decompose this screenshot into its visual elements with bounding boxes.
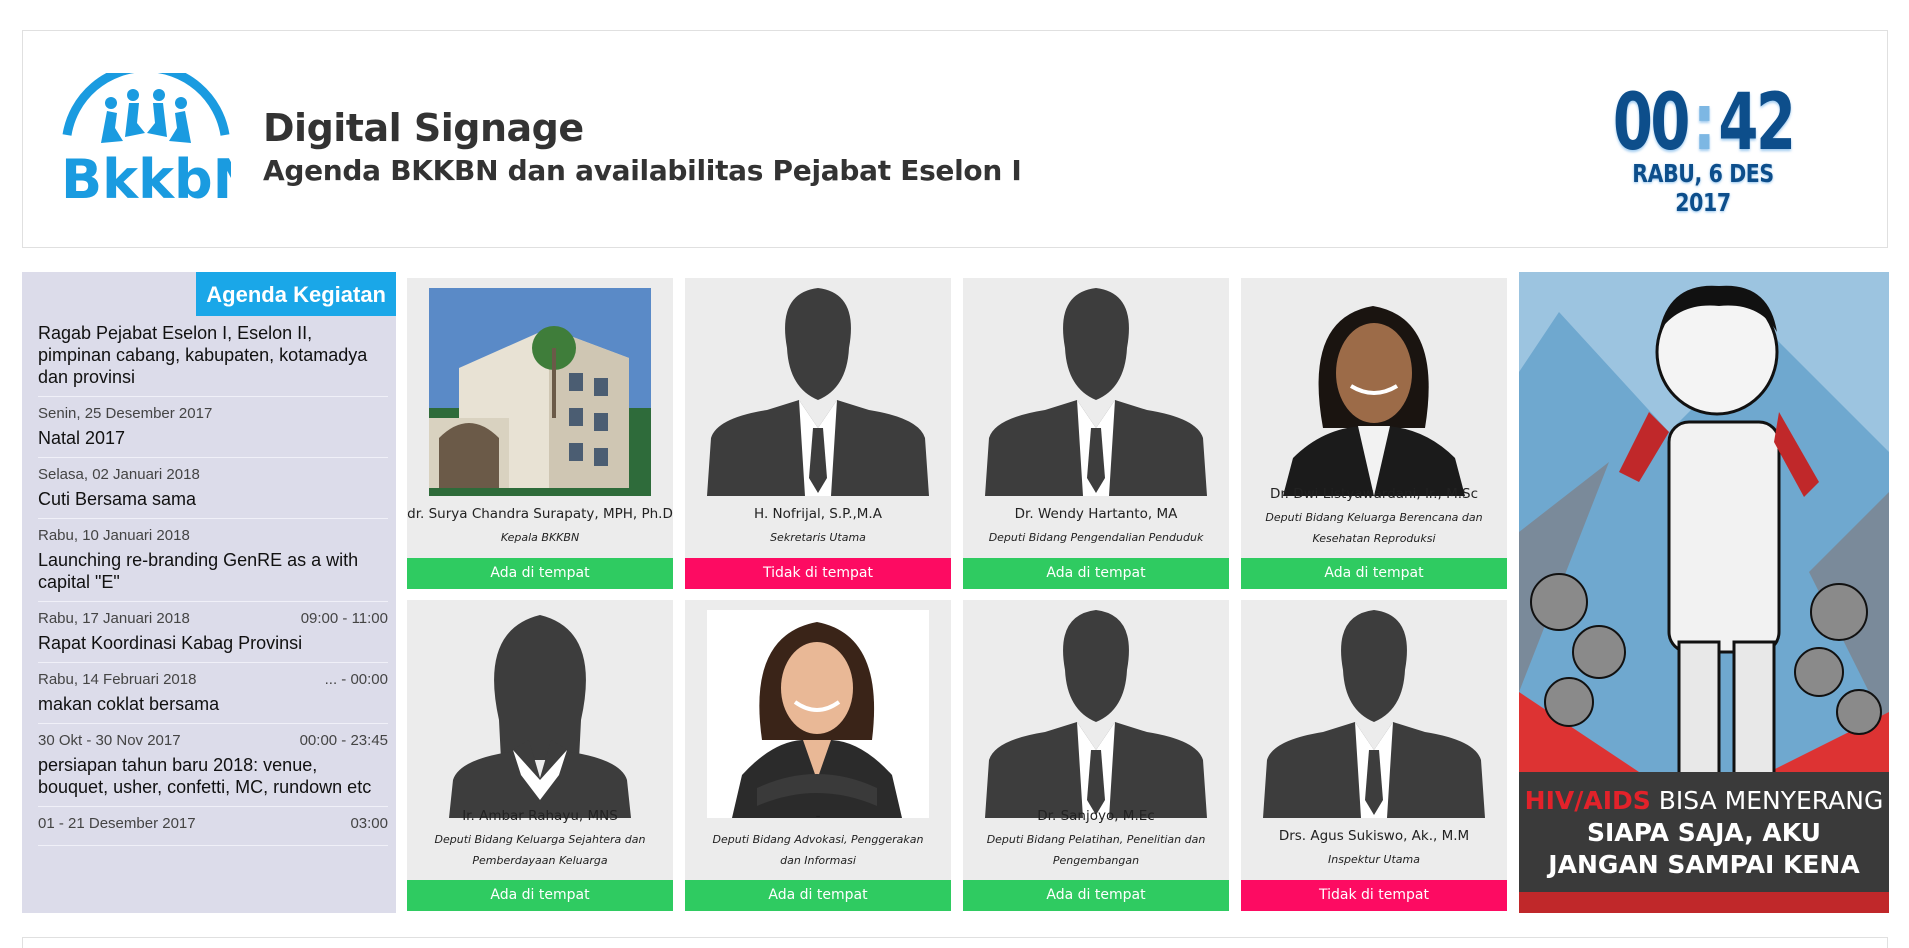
official-name: dr. Surya Chandra Surapaty, MPH, Ph.D [407,506,673,522]
official-photo [707,610,929,818]
poster-line3: JANGAN SAMPAI KENA [1548,850,1860,879]
official-card: Dr. Dwi Listyawardani, Ir., M.Sc Deputi B… [1241,278,1507,589]
agenda-item-title: Rapat Koordinasi Kabag Provinsi [38,633,303,653]
agenda-item-time: 00:00 - 23:45 [299,732,388,749]
official-role: Deputi Bidang Keluarga Berencana dan Kes… [1265,511,1483,545]
agenda-panel[interactable]: Ragab Pejabat Eselon I, Eselon II, pimpi… [22,272,396,913]
official-role: Deputi Bidang Pelatihan, Penelitian dan … [986,833,1206,867]
hiv-aids-poster: HIV/AIDS BISA MENYERANG SIAPA SAJA, AKU … [1519,272,1889,913]
clock-minutes: 42 [1718,78,1796,168]
official-name: Ir. Ambar Rahayu, MNS [462,808,618,824]
status-badge: Ada di tempat [963,558,1229,589]
official-role: Inspektur Utama [1328,853,1420,866]
agenda-item: Rabu, 10 Januari 2018 Launching re-brand… [38,519,388,602]
status-badge: Tidak di tempat [1241,880,1507,911]
official-name: Dr. Wendy Hartanto, MA [1014,506,1178,522]
official-photo [1263,610,1485,818]
official-card: H. Nofrijal, S.P.,M.A Sekretaris Utama Tid… [685,278,951,589]
header-panel: BkkbN Digital Signage Agenda BKKBN dan a… [22,30,1888,248]
clock-time: 00:42 [1613,83,1796,163]
official-photo [985,288,1207,496]
clock-hours: 00 [1612,78,1691,168]
agenda-header: Agenda Kegiatan [196,272,396,316]
app-subtitle: Agenda BKKBN dan availabilitas Pejabat E… [263,154,1022,187]
agenda-item-title: persiapan tahun baru 2018: venue, bouque… [38,755,372,797]
agenda-item: Rabu, 17 Januari 2018 09:00 - 11:00 Rapat… [38,602,388,663]
official-card: Dr. Wendy Hartanto, MA Deputi Bidang Peng… [963,278,1229,589]
agenda-item-date: Rabu, 10 Januari 2018 [38,527,190,544]
official-name: H. Nofrijal, S.P.,M.A [754,506,882,522]
official-card: - Deputi Bidang Advokasi, Penggerakan dan… [685,600,951,911]
poster-caption: HIV/AIDS BISA MENYERANG SIAPA SAJA, AKU … [1519,785,1889,881]
agenda-item-date: 30 Okt - 30 Nov 2017 [38,732,181,749]
official-photo [707,288,929,496]
bkkbn-logo: BkkbN [61,63,258,211]
agenda-item-title: makan coklat bersama [38,694,220,714]
poster-line2: SIAPA SAJA, AKU [1587,818,1821,847]
official-name: Dr. Sanjoyo, M.Ec [1037,808,1155,824]
agenda-item: 30 Okt - 30 Nov 2017 00:00 - 23:45 persia… [38,724,388,807]
official-photo [985,610,1207,818]
official-photo [1263,288,1485,496]
poster-hiv-aids: HIV/AIDS [1524,786,1651,815]
agenda-item: Selasa, 02 Januari 2018 Cuti Bersama sam… [38,458,388,519]
official-card: Ir. Ambar Rahayu, MNS Deputi Bidang Kelua… [407,600,673,911]
footer-panel [22,937,1888,948]
official-card: dr. Surya Chandra Surapaty, MPH, Ph.D Kep… [407,278,673,589]
agenda-list[interactable]: Ragab Pejabat Eselon I, Eselon II, pimpi… [38,322,388,846]
agenda-item-title: Ragab Pejabat Eselon I, Eselon II, pimpi… [38,323,368,387]
agenda-item-date: Senin, 25 Desember 2017 [38,405,213,422]
status-badge: Ada di tempat [407,880,673,911]
agenda-item-time: 09:00 - 11:00 [300,610,388,627]
agenda-item-title: Launching re-branding GenRE as a with ca… [38,550,359,592]
agenda-item-title: Natal 2017 [38,428,126,448]
official-role: Deputi Bidang Pengendalian Penduduk [988,531,1204,544]
agenda-item-title: Cuti Bersama sama [38,489,197,509]
official-card: Drs. Agus Sukiswo, Ak., M.M Inspektur Uta… [1241,600,1507,911]
agenda-item: 01 - 21 Desember 2017 03:00 [38,807,388,846]
status-badge: Ada di tempat [963,880,1229,911]
official-photo [429,610,651,818]
official-card: Dr. Sanjoyo, M.Ec Deputi Bidang Pelatihan… [963,600,1229,911]
poster-line1-rest: BISA MENYERANG [1650,786,1884,815]
clock-date: RABU, 6 DES 2017 [1632,159,1774,217]
agenda-item: Senin, 25 Desember 2017 Natal 2017 [38,397,388,458]
agenda-item: Rabu, 14 Februari 2018 ... - 00:00 makan … [38,663,388,724]
agenda-item-time: 03:00 [350,815,388,832]
official-name: Dr. Dwi Listyawardani, Ir., M.Sc [1269,486,1479,502]
status-badge: Ada di tempat [1241,558,1507,589]
status-badge: Ada di tempat [407,558,673,589]
agenda-item-date: 01 - 21 Desember 2017 [38,815,196,832]
clock: 00:42 RABU, 6 DES 2017 [1593,83,1813,217]
status-badge: Tidak di tempat [685,558,951,589]
agenda-item-date: Rabu, 17 Januari 2018 [38,610,190,627]
agenda-item: Ragab Pejabat Eselon I, Eselon II, pimpi… [38,322,388,397]
official-name: Drs. Agus Sukiswo, Ak., M.M [1278,828,1470,844]
clock-separator: : [1692,78,1716,168]
agenda-item-time: ... - 00:00 [324,671,388,688]
app-title: Digital Signage [263,106,584,150]
official-role: Deputi Bidang Advokasi, Penggerakan dan … [712,833,924,867]
official-role: Kepala BKKBN [500,531,580,544]
agenda-item-date: Selasa, 02 Januari 2018 [38,466,200,483]
status-badge: Ada di tempat [685,880,951,911]
svg-text:BkkbN: BkkbN [61,148,231,203]
official-photo [429,288,651,496]
official-role: Sekretaris Utama [770,531,866,544]
official-role: Deputi Bidang Keluarga Sejahtera dan Pem… [434,833,646,867]
official-name: - [815,808,821,824]
agenda-item-date: Rabu, 14 Februari 2018 [38,671,197,688]
